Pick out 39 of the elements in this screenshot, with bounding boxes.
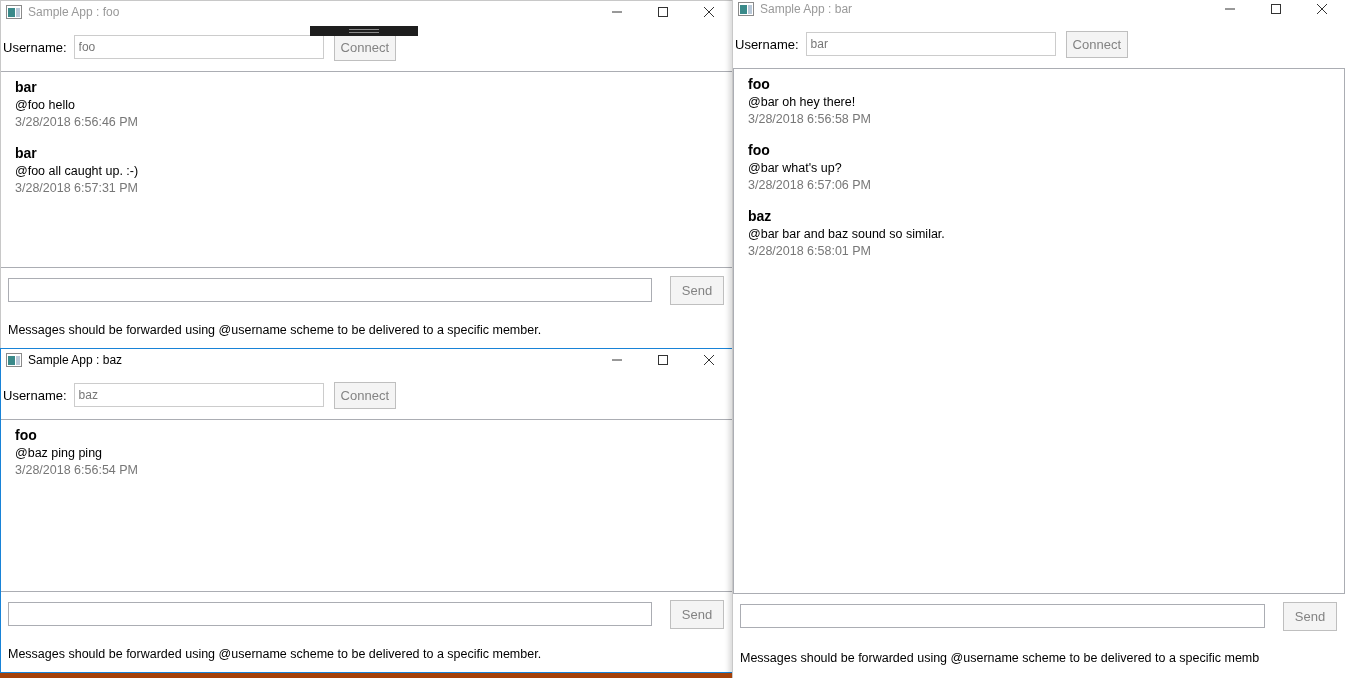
app-window-icon (6, 353, 22, 367)
maximize-icon (657, 6, 669, 18)
username-label: Username: (735, 36, 799, 52)
hint-text: Messages should be forwarded using @username scheme to be delivered to a specific memb (740, 651, 1260, 665)
message-input-field[interactable] (8, 602, 652, 626)
message-text: @bar bar and baz sound so similar. (748, 226, 945, 243)
message-time: 3/28/2018 6:56:58 PM (748, 111, 871, 127)
window-title: Sample App : foo (28, 5, 120, 19)
close-icon (703, 6, 715, 18)
message-time: 3/28/2018 6:56:46 PM (15, 114, 138, 130)
maximize-icon (1270, 3, 1282, 15)
message-text: @foo all caught up. :-) (15, 163, 139, 180)
message-input-field[interactable] (740, 604, 1265, 628)
window-title: Sample App : baz (28, 353, 123, 367)
username-label: Username: (3, 39, 67, 55)
message-text: @bar what's up? (748, 160, 842, 177)
hint-text: Messages should be forwarded using @username scheme to be delivered to a specific member. (8, 647, 542, 661)
close-icon (1316, 3, 1328, 15)
message-sender: foo (748, 141, 770, 159)
message-sender: baz (748, 207, 772, 225)
message-sender: foo (15, 426, 37, 444)
message-time: 3/28/2018 6:56:54 PM (15, 462, 138, 478)
username-label: Username: (3, 387, 67, 403)
message-time: 3/28/2018 6:58:01 PM (748, 243, 871, 259)
close-icon (703, 354, 715, 366)
maximize-icon (657, 354, 669, 366)
window-title: Sample App : bar (760, 2, 853, 16)
message-time: 3/28/2018 6:57:06 PM (748, 177, 871, 193)
message-time: 3/28/2018 6:57:31 PM (15, 180, 138, 196)
message-text: @bar oh hey there! (748, 94, 856, 111)
message-text: @baz ping ping (15, 445, 103, 462)
message-text: @foo hello (15, 97, 75, 114)
message-sender: bar (15, 144, 37, 162)
collapsed-toolbar-handle[interactable] (310, 26, 418, 36)
message-sender: foo (748, 75, 770, 93)
hint-text: Messages should be forwarded using @username scheme to be delivered to a specific member. (8, 323, 542, 337)
app-window-icon (6, 5, 22, 19)
message-input-field[interactable] (8, 278, 652, 302)
message-sender: bar (15, 78, 37, 96)
